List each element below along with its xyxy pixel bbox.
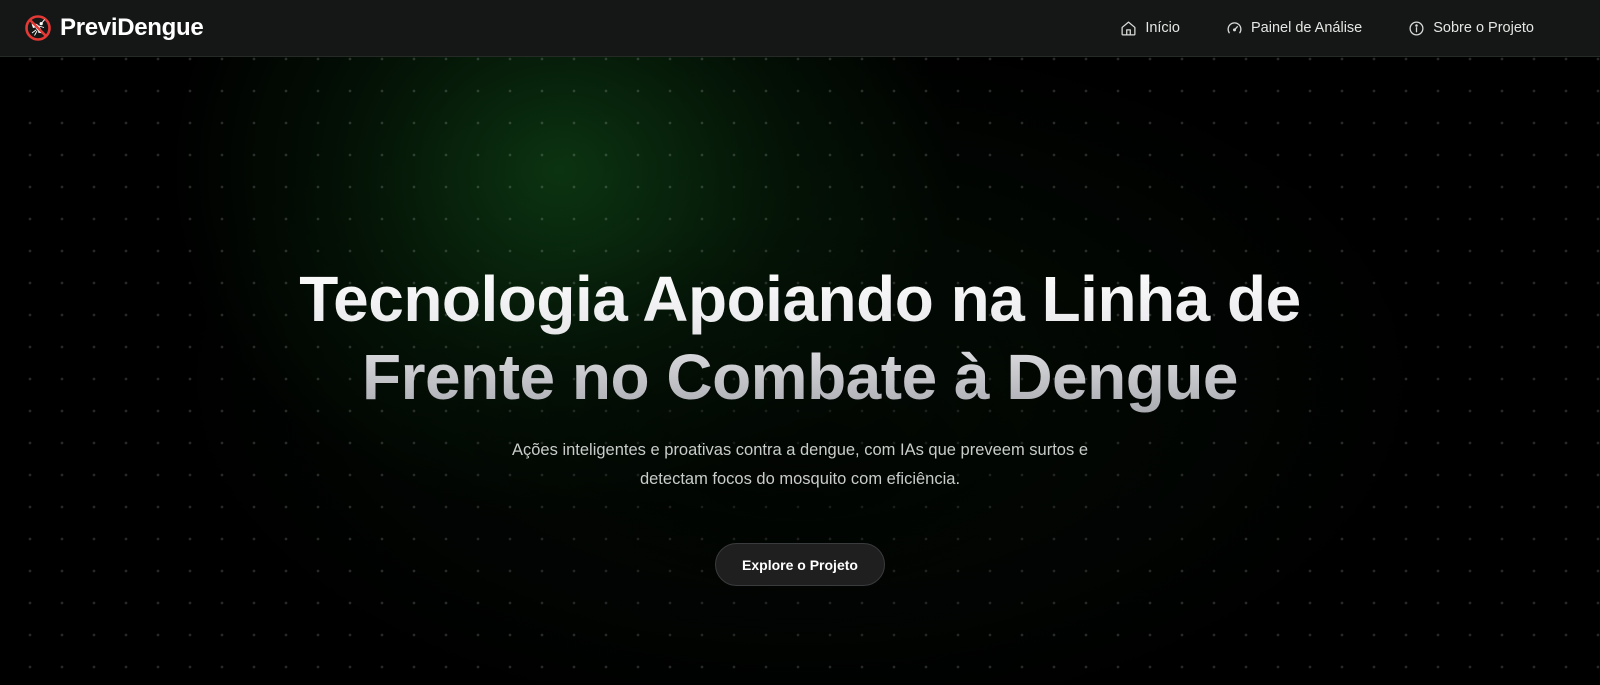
brand-link[interactable]: PreviDengue bbox=[24, 14, 204, 42]
hero-title: Tecnologia Apoiando na Linha de Frente n… bbox=[250, 260, 1350, 416]
home-icon bbox=[1121, 20, 1136, 36]
navbar: PreviDengue Início Painel de Análise Sob… bbox=[0, 0, 1600, 57]
hero-subtitle-line-2: detectam focos do mosquito com eficiênci… bbox=[639, 470, 961, 488]
gauge-icon bbox=[1227, 21, 1242, 33]
mosquito-prohibited-icon bbox=[25, 15, 51, 41]
nav-item-sobre[interactable]: Sobre o Projeto bbox=[1408, 20, 1534, 37]
nav-label: Início bbox=[1145, 20, 1180, 36]
explore-project-button[interactable]: Explore o Projeto bbox=[715, 543, 885, 586]
main-nav: Início Painel de Análise Sobre o Projeto bbox=[1120, 20, 1576, 37]
hero-section: Tecnologia Apoiando na Linha de Frente n… bbox=[0, 57, 1600, 685]
nav-label: Sobre o Projeto bbox=[1433, 20, 1534, 36]
nav-label: Painel de Análise bbox=[1250, 20, 1363, 36]
page: PreviDengue Início Painel de Análise Sob… bbox=[0, 0, 1600, 685]
nav-item-inicio[interactable]: Início bbox=[1120, 20, 1180, 37]
brand-name: PreviDengue bbox=[60, 14, 204, 41]
nav-item-painel[interactable]: Painel de Análise bbox=[1226, 20, 1362, 37]
hero-subtitle-line-1: Ações inteligentes e proativas contra a … bbox=[512, 441, 1088, 459]
hero-title-line-2: Frente no Combate à Dengue bbox=[362, 341, 1238, 413]
info-icon bbox=[1409, 20, 1424, 36]
hero-subtitle: Ações inteligentes e proativas contra a … bbox=[480, 436, 1120, 494]
hero-title-line-1: Tecnologia Apoiando na Linha de bbox=[299, 263, 1301, 335]
